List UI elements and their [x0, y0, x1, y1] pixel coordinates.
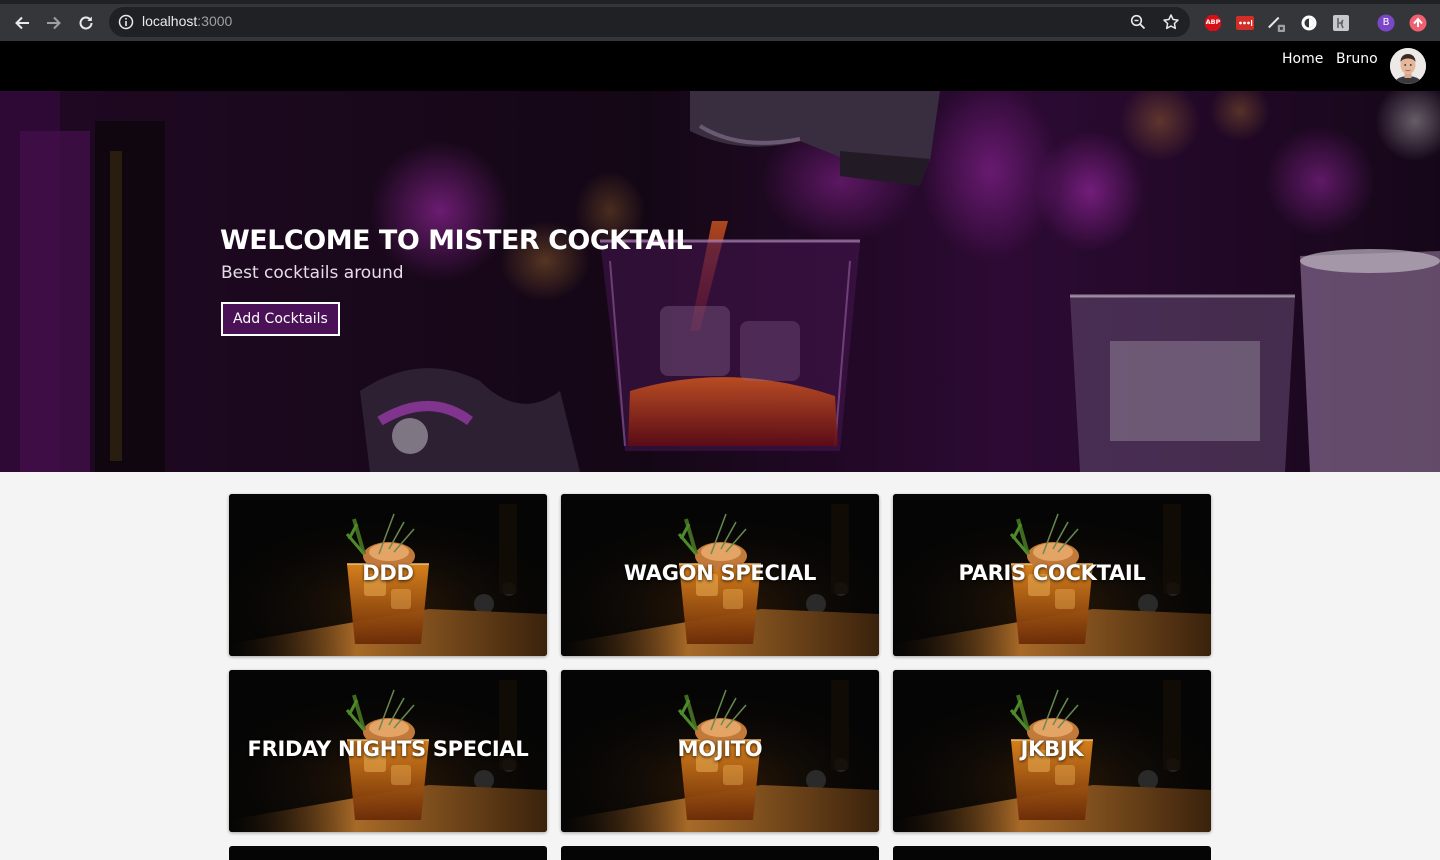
cocktail-card[interactable]: DDD — [229, 494, 547, 656]
cocktail-card[interactable]: FRIDAY NIGHTS SPECIAL — [229, 670, 547, 832]
cocktail-name: PARIS COCKTAIL — [958, 561, 1146, 585]
cocktail-card[interactable]: PARIS COCKTAIL — [893, 494, 1211, 656]
pen-extension-icon[interactable] — [1267, 14, 1285, 32]
hero-title: WELCOME TO MISTER COCKTAIL — [220, 225, 693, 256]
profile-initial: B — [1382, 17, 1390, 28]
cocktail-card[interactable]: WAGON SPECIAL — [561, 494, 879, 656]
cocktail-grid: DDD WAGON SPECIAL PARIS COCKTAIL FRIDAY … — [229, 494, 1211, 860]
top-navbar: Home Bruno — [0, 41, 1440, 91]
browser-toolbar: localhost:3000 ABP B — [0, 0, 1440, 41]
url-host: localhost — [142, 13, 198, 29]
cocktail-name: MOJITO — [677, 737, 763, 761]
zoom-icon[interactable] — [1130, 14, 1146, 34]
adblock-extension-icon[interactable]: ABP — [1204, 14, 1222, 32]
dark-reader-extension-icon[interactable] — [1300, 14, 1318, 32]
cocktail-card-partial[interactable] — [893, 846, 1211, 860]
user-avatar[interactable] — [1390, 48, 1426, 84]
url-port: :3000 — [197, 13, 233, 29]
hooks-extension-icon[interactable] — [1332, 14, 1350, 32]
nav-link-user[interactable]: Bruno — [1336, 51, 1378, 67]
url-text: localhost:3000 — [142, 13, 232, 29]
cocktail-name: DDD — [362, 561, 414, 585]
add-cocktails-button[interactable]: Add Cocktails — [221, 302, 340, 336]
cocktail-card[interactable]: JKBJK — [893, 670, 1211, 832]
cocktail-name: FRIDAY NIGHTS SPECIAL — [247, 737, 529, 761]
adblock-label: ABP — [1205, 18, 1221, 26]
cocktail-name: JKBJK — [1020, 737, 1084, 761]
cocktail-card-partial[interactable] — [561, 846, 879, 860]
forward-icon[interactable] — [41, 10, 67, 36]
site-info-icon[interactable] — [118, 14, 134, 34]
shield-extension-icon[interactable] — [1409, 14, 1427, 32]
address-bar[interactable]: localhost:3000 — [109, 7, 1190, 37]
cocktail-card[interactable]: MOJITO — [561, 670, 879, 832]
bookmark-star-icon[interactable] — [1162, 13, 1180, 35]
reload-icon[interactable] — [73, 10, 99, 36]
hero-banner: WELCOME TO MISTER COCKTAIL Best cocktail… — [0, 91, 1440, 472]
back-icon[interactable] — [9, 10, 35, 36]
profile-avatar-icon[interactable]: B — [1377, 14, 1395, 32]
nav-link-home[interactable]: Home — [1282, 51, 1323, 67]
hero-subtitle: Best cocktails around — [221, 263, 404, 283]
lastpass-extension-icon[interactable] — [1236, 14, 1254, 32]
cocktail-card-partial[interactable] — [229, 846, 547, 860]
cocktail-name: WAGON SPECIAL — [623, 561, 817, 585]
hero-background-image — [0, 91, 1440, 472]
